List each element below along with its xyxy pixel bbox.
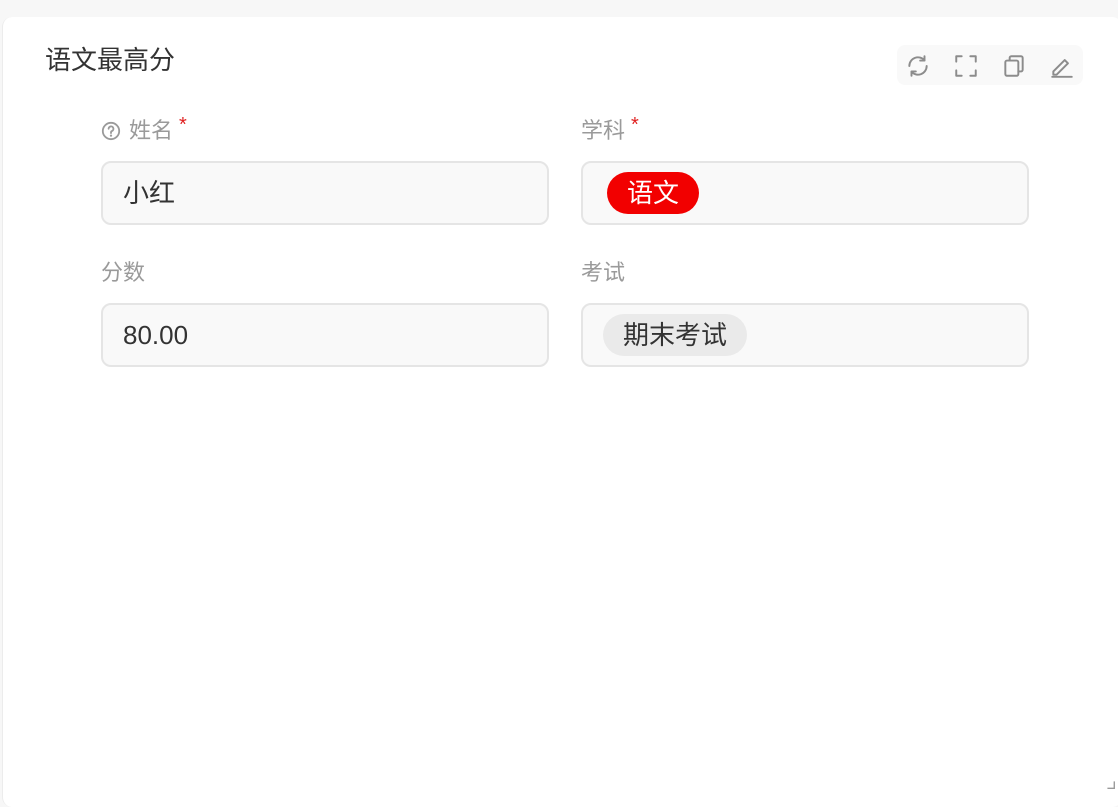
edit-button[interactable] bbox=[1049, 53, 1073, 78]
exam-field-label: 考试 bbox=[581, 259, 625, 287]
name-value: 小红 bbox=[123, 178, 176, 208]
name-field[interactable]: 小红 bbox=[101, 161, 549, 225]
exam-field[interactable]: 期末考试 bbox=[581, 303, 1029, 367]
help-icon[interactable] bbox=[101, 121, 121, 141]
subject-label-text: 学科 bbox=[581, 118, 626, 143]
copy-button[interactable] bbox=[1001, 53, 1025, 77]
fullscreen-icon bbox=[955, 55, 977, 77]
exam-label-text: 考试 bbox=[581, 260, 626, 285]
score-label-text: 分数 bbox=[101, 260, 146, 285]
name-field-label: 姓名 * bbox=[101, 114, 187, 145]
score-value: 80.00 bbox=[123, 320, 189, 350]
refresh-icon bbox=[908, 55, 928, 77]
refresh-button[interactable] bbox=[905, 53, 929, 77]
subject-field[interactable]: 语文 bbox=[581, 161, 1029, 225]
subject-field-label: 学科 * bbox=[581, 114, 639, 145]
card-title: 语文最高分 bbox=[45, 45, 176, 75]
subject-tag: 语文 bbox=[607, 172, 700, 214]
fullscreen-button[interactable] bbox=[953, 53, 977, 77]
name-label-text: 姓名 bbox=[129, 118, 174, 143]
required-mark: * bbox=[631, 114, 639, 136]
required-mark: * bbox=[179, 114, 187, 136]
copy-icon bbox=[1004, 55, 1024, 77]
score-field-label: 分数 bbox=[101, 259, 145, 287]
resize-handle-icon[interactable] bbox=[1104, 778, 1116, 790]
record-card: 语文最高分 姓名 * 小红 学科 * 语文 分数 80.00 考试 期末考试 bbox=[2, 17, 1118, 807]
card-toolbar bbox=[897, 45, 1083, 85]
exam-tag: 期末考试 bbox=[603, 314, 748, 356]
score-field[interactable]: 80.00 bbox=[101, 303, 549, 367]
edit-icon bbox=[1051, 59, 1073, 78]
